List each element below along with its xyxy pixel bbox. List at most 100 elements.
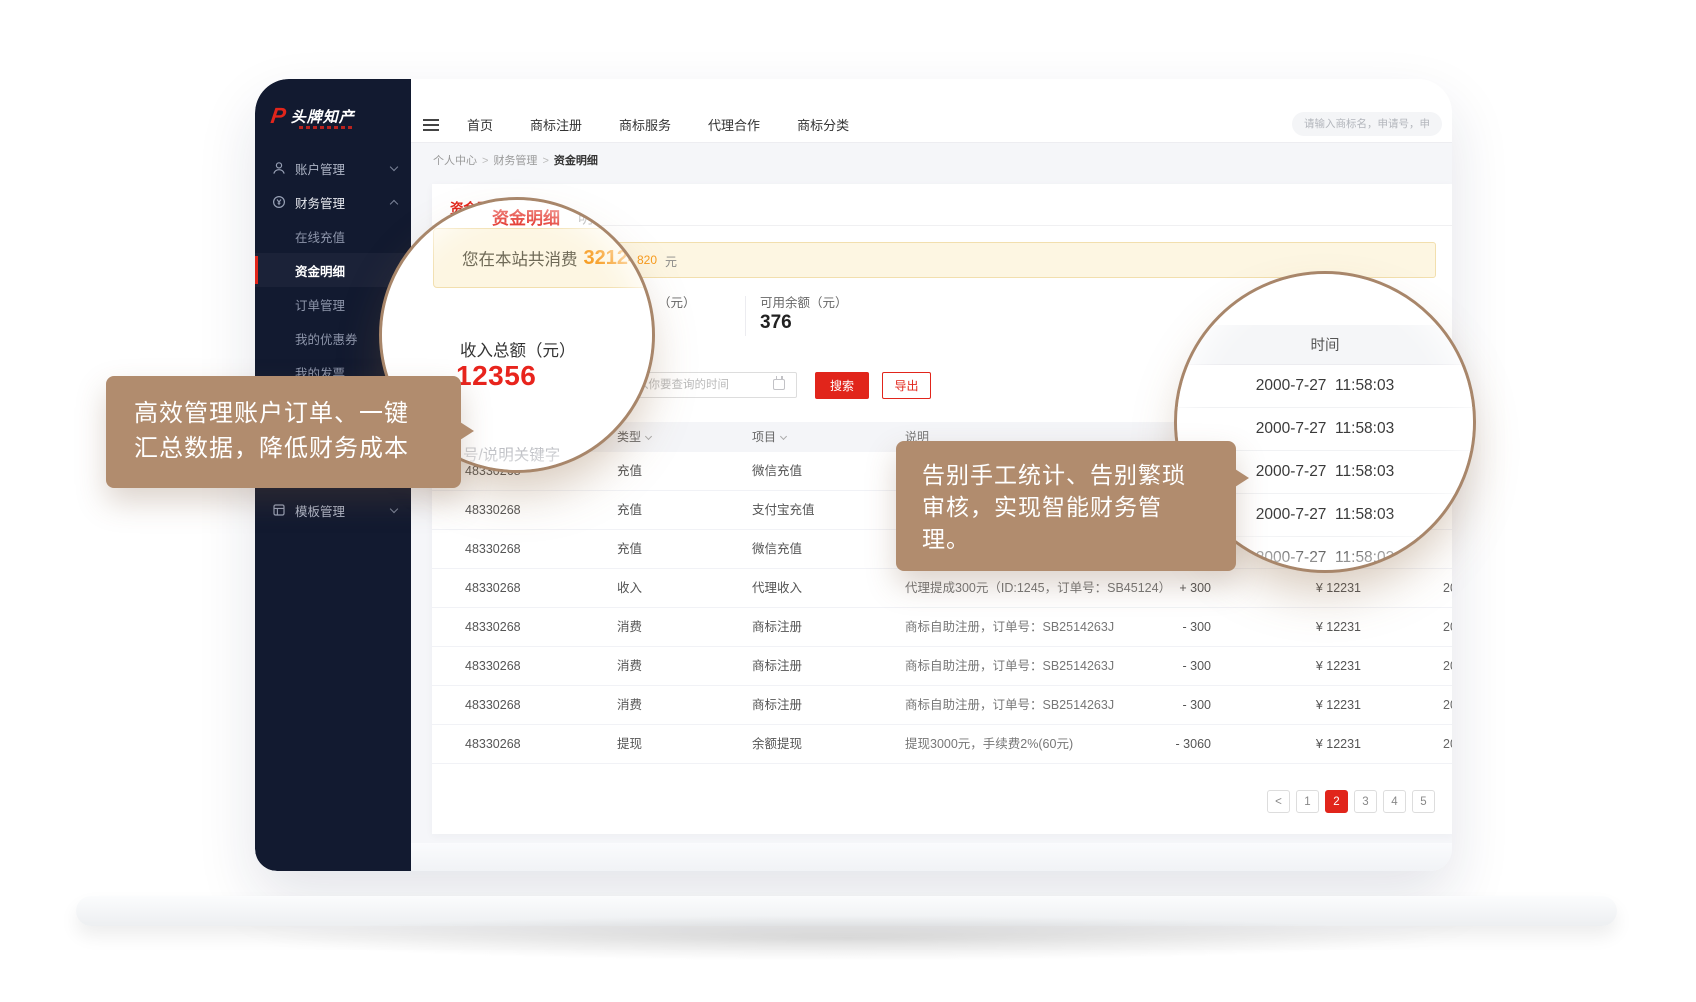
hamburger-menu-icon[interactable] <box>423 119 439 131</box>
sidebar-item-fund-detail[interactable]: 资金明细 <box>255 253 411 287</box>
magnified-tab-label: 资金明细 <box>492 204 560 229</box>
cell-desc: 商标自助注册，订单号：SB2514263J <box>905 686 1114 725</box>
nav-item-trademark-category[interactable]: 商标分类 <box>797 115 849 134</box>
nav-item-trademark-service[interactable]: 商标服务 <box>619 115 671 134</box>
cell-amount: - 300 <box>1183 608 1212 647</box>
cell-item: 支付宝充值 <box>752 491 815 530</box>
cell-time: 2000-7-27 11:58:03 <box>1443 569 1452 608</box>
chevron-up-icon <box>390 199 398 207</box>
cell-item: 代理收入 <box>752 569 802 608</box>
breadcrumb-section[interactable]: 财务管理 <box>493 155 537 167</box>
notice-unit: 元 <box>665 253 677 270</box>
laptop-shadow <box>250 915 1446 961</box>
chevron-down-icon <box>390 162 398 170</box>
cell-item: 微信充值 <box>752 530 802 569</box>
nav-item-home[interactable]: 首页 <box>467 115 493 134</box>
sidebar-item-account[interactable]: 账户管理 <box>255 151 411 185</box>
cell-type: 充值 <box>617 491 642 530</box>
cell-balance: ¥ 12231 <box>1316 647 1361 686</box>
calendar-icon[interactable] <box>773 379 785 390</box>
template-icon <box>272 503 286 517</box>
page-footer <box>411 843 1452 871</box>
cell-desc: 提现3000元，手续费2%(60元) <box>905 725 1073 764</box>
cell-type: 收入 <box>617 569 642 608</box>
stat-balance-label: 可用余额（元） <box>760 292 848 311</box>
sidebar-item-label: 我的优惠券 <box>295 329 358 348</box>
callout-left: 高效管理账户订单、一键 汇总数据，降低财务成本 <box>106 376 461 488</box>
sidebar-item-label: 模板管理 <box>295 501 345 520</box>
cell-balance: ¥ 12231 <box>1316 686 1361 725</box>
chevron-down-icon <box>390 504 398 512</box>
pagination: < 1 2 3 4 5 <box>1267 790 1435 813</box>
sidebar-item-finance[interactable]: 财务管理 <box>255 185 411 219</box>
pagination-page-4[interactable]: 4 <box>1383 790 1406 813</box>
sidebar-item-label: 账户管理 <box>295 159 345 178</box>
finance-icon <box>272 195 286 209</box>
cell-time: 2000-7-27 11:58:03 <box>1443 686 1452 725</box>
table-row: 48330268 消费 商标注册 商标自助注册，订单号：SB2514263J -… <box>432 608 1452 647</box>
cell-order: 48330268 <box>465 608 521 647</box>
pagination-page-3[interactable]: 3 <box>1354 790 1377 813</box>
col-item-header[interactable]: 项目 <box>752 422 786 452</box>
logo-tagline-decoration <box>299 126 355 129</box>
cell-item: 商标注册 <box>752 647 802 686</box>
cell-desc: 代理提成300元（ID:1245，订单号：SB45124） <box>905 569 1171 608</box>
logo-title: 头牌知产 <box>291 106 355 127</box>
cell-type: 充值 <box>617 452 642 491</box>
callout-arrow-right-icon <box>460 422 474 440</box>
cell-order: 48330268 <box>465 686 521 725</box>
nav-item-trademark-register[interactable]: 商标注册 <box>530 115 582 134</box>
cell-amount: - 3060 <box>1176 725 1211 764</box>
breadcrumb-home[interactable]: 个人中心 <box>433 155 477 167</box>
cell-type: 消费 <box>617 608 642 647</box>
stat-divider <box>745 296 746 336</box>
main-nav: 首页 商标注册 商标服务 代理合作 商标分类 <box>467 115 849 134</box>
cell-time: 2000-7-27 11:58:03 <box>1443 647 1452 686</box>
sort-caret-icon <box>645 433 652 440</box>
export-button[interactable]: 导出 <box>882 372 931 399</box>
cell-order: 48330268 <box>465 491 521 530</box>
cell-desc: 商标自助注册，订单号：SB2514263J <box>905 647 1114 686</box>
pagination-page-5[interactable]: 5 <box>1412 790 1435 813</box>
stat-balance-value: 376 <box>760 312 792 334</box>
pagination-page-1[interactable]: 1 <box>1296 790 1319 813</box>
callout-left-line1: 高效管理账户订单、一键 <box>134 396 461 431</box>
table-row: 48330268 提现 余额提现 提现3000元，手续费2%(60元) - 30… <box>432 725 1452 764</box>
cell-item: 商标注册 <box>752 686 802 725</box>
cell-item: 商标注册 <box>752 608 802 647</box>
cell-order: 48330268 <box>465 725 521 764</box>
stat-expense-label: （元） <box>658 292 696 311</box>
table-row: 48330268 消费 商标注册 商标自助注册，订单号：SB2514263J -… <box>432 686 1452 725</box>
sidebar-item-online-recharge[interactable]: 在线充值 <box>255 219 411 253</box>
user-icon <box>272 161 286 175</box>
pagination-page-2[interactable]: 2 <box>1325 790 1348 813</box>
magnified-income-label: 收入总额（元） <box>460 337 576 361</box>
laptop-mockup: P 头牌知产 账户管理 财务管理 <box>0 0 1696 1002</box>
cell-type: 提现 <box>617 725 642 764</box>
cell-amount: + 300 <box>1179 569 1211 608</box>
trademark-search-input[interactable] <box>1292 112 1442 136</box>
cell-item: 微信充值 <box>752 452 802 491</box>
magnified-tab-fragment: 明细 <box>578 207 608 228</box>
breadcrumb: 个人中心>财务管理>资金明细 <box>433 152 598 168</box>
search-button[interactable]: 搜索 <box>815 372 869 399</box>
table-row: 48330268 消费 商标注册 商标自助注册，订单号：SB2514263J -… <box>432 647 1452 686</box>
nav-item-agent-cooperation[interactable]: 代理合作 <box>708 115 760 134</box>
callout-right-line3: 理。 <box>922 523 1236 555</box>
pagination-prev-button[interactable]: < <box>1267 790 1290 813</box>
cell-time: 2000-7-27 11:58:03 <box>1443 608 1452 647</box>
sort-caret-icon <box>780 433 787 440</box>
cell-order: 48330268 <box>465 569 521 608</box>
top-navbar: 首页 商标注册 商标服务 代理合作 商标分类 <box>411 79 1452 143</box>
logo[interactable]: P 头牌知产 <box>271 105 355 127</box>
sidebar-item-label: 在线充值 <box>295 227 345 246</box>
breadcrumb-current: 资金明细 <box>554 155 598 167</box>
cell-time: 2000-7-27 11:58:03 <box>1443 725 1452 764</box>
cell-balance: ¥ 12231 <box>1316 569 1361 608</box>
sidebar-item-templates[interactable]: 模板管理 <box>255 493 411 527</box>
cell-order: 48330268 <box>465 647 521 686</box>
cell-balance: ¥ 12231 <box>1316 725 1361 764</box>
callout-right: 告别手工统计、告别繁琐 审核，实现智能财务管 理。 <box>896 441 1236 571</box>
callout-left-line2: 汇总数据，降低财务成本 <box>134 431 461 466</box>
col-type-header[interactable]: 类型 <box>617 422 651 452</box>
